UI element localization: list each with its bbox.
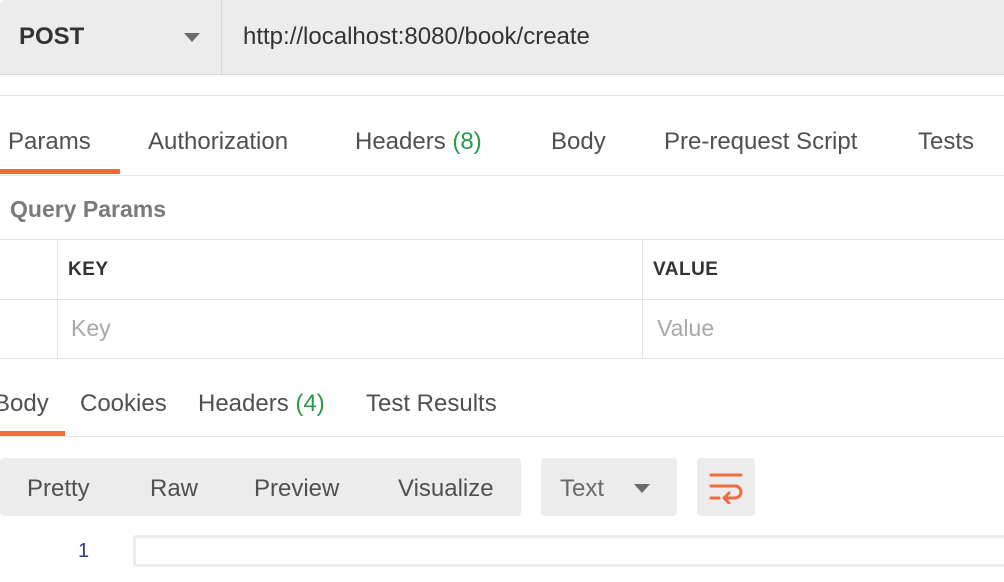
divider bbox=[0, 175, 1004, 176]
column-header-key: KEY bbox=[68, 259, 109, 280]
table-border bbox=[57, 239, 58, 359]
raw-button[interactable]: Raw bbox=[150, 475, 198, 503]
tab-body[interactable]: Body bbox=[551, 128, 606, 156]
preview-button[interactable]: Preview bbox=[254, 475, 339, 503]
postman-request-editor: POST http://localhost:8080/book/create P… bbox=[0, 0, 1004, 582]
response-headers-count-badge: (4) bbox=[295, 390, 325, 417]
column-header-value: VALUE bbox=[653, 259, 719, 280]
request-tabs: Params Authorization Headers (8) Body Pr… bbox=[0, 96, 1004, 176]
response-editor[interactable] bbox=[133, 535, 1004, 567]
tab-response-body[interactable]: Body bbox=[0, 390, 49, 418]
tab-response-headers[interactable]: Headers (4) bbox=[198, 390, 325, 418]
format-label: Text bbox=[560, 475, 605, 502]
chevron-down-icon bbox=[634, 484, 650, 493]
table-border bbox=[0, 358, 1004, 359]
table-border bbox=[642, 239, 643, 359]
url-input[interactable]: http://localhost:8080/book/create bbox=[243, 23, 590, 51]
tab-authorization[interactable]: Authorization bbox=[148, 128, 288, 156]
active-tab-indicator bbox=[0, 169, 120, 174]
tab-cookies[interactable]: Cookies bbox=[80, 390, 167, 418]
wrap-lines-button[interactable] bbox=[697, 458, 755, 516]
visualize-button[interactable]: Visualize bbox=[398, 475, 494, 503]
pretty-button[interactable]: Pretty bbox=[27, 475, 90, 503]
url-bar: POST http://localhost:8080/book/create bbox=[0, 0, 1004, 75]
wrap-lines-icon bbox=[709, 473, 743, 504]
section-title: Query Params bbox=[10, 196, 166, 222]
method-label: POST bbox=[19, 23, 85, 50]
tab-headers[interactable]: Headers (8) bbox=[355, 128, 482, 156]
divider bbox=[0, 436, 1004, 437]
format-select[interactable]: Text bbox=[541, 458, 677, 516]
headers-count-badge: (8) bbox=[452, 128, 482, 155]
key-input[interactable]: Key bbox=[71, 315, 111, 342]
tab-tests[interactable]: Tests bbox=[918, 128, 974, 156]
tab-pre-request-script[interactable]: Pre-request Script bbox=[664, 128, 857, 156]
value-input[interactable]: Value bbox=[657, 315, 714, 342]
view-mode-group: Pretty Raw Preview Visualize bbox=[0, 458, 521, 516]
method-select[interactable]: POST bbox=[0, 0, 222, 75]
tab-test-results[interactable]: Test Results bbox=[366, 390, 497, 418]
chevron-down-icon bbox=[184, 33, 200, 42]
tab-params[interactable]: Params bbox=[8, 128, 91, 156]
table-border bbox=[0, 239, 1004, 240]
line-number: 1 bbox=[78, 540, 90, 562]
table-border bbox=[0, 299, 1004, 300]
